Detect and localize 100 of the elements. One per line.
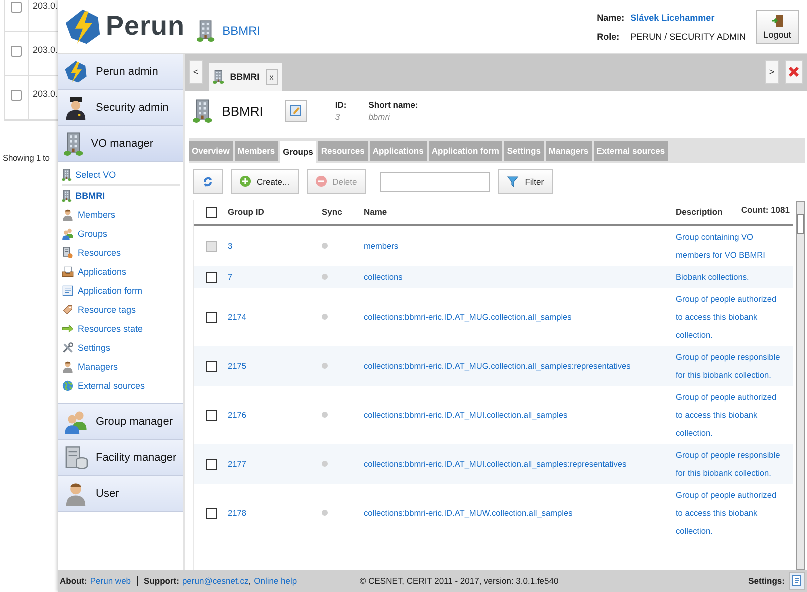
- checkbox[interactable]: [206, 508, 216, 518]
- plus-circle-icon: [240, 176, 251, 187]
- vo-name: BBMRI: [222, 104, 264, 118]
- table-cell-text: 203.0.: [32, 0, 58, 11]
- name-label: Name:: [597, 13, 625, 23]
- sidebar-item[interactable]: Managers: [62, 357, 183, 376]
- group-id-link[interactable]: 2176: [228, 406, 322, 424]
- inbox-icon: [62, 266, 74, 278]
- short-name-label: Short name:: [368, 100, 418, 110]
- building-icon: [64, 132, 84, 156]
- group-description: Group of people authorized to access this biobank collection.: [676, 391, 778, 440]
- edit-button[interactable]: [285, 100, 308, 122]
- person-icon: [62, 360, 74, 372]
- logout-button[interactable]: Logout: [756, 10, 799, 44]
- group-name-link[interactable]: collections:bbmri-eric.ID.AT_MUI.collection.all_samples: [364, 406, 676, 424]
- perun-web-link[interactable]: Perun web: [90, 576, 132, 586]
- checkbox[interactable]: [206, 272, 216, 282]
- vo-title: BBMRI: [222, 24, 261, 38]
- next-tab-button[interactable]: >: [765, 60, 779, 84]
- sidebar-item[interactable]: Members: [62, 205, 183, 224]
- close-tab-button[interactable]: x: [266, 69, 278, 85]
- tab[interactable]: Groups: [280, 141, 316, 163]
- refresh-button[interactable]: [193, 169, 223, 194]
- sync-status-dot-icon: [322, 243, 328, 249]
- close-icon: [788, 66, 800, 78]
- sidebar-item[interactable]: Settings: [62, 338, 183, 357]
- comma-text: ,: [248, 576, 252, 586]
- edit-icon: [290, 105, 302, 117]
- sidebar-item[interactable]: Groups: [62, 224, 183, 243]
- previous-tab-button[interactable]: <: [189, 60, 203, 84]
- sidebar-item[interactable]: Resources: [62, 243, 183, 262]
- support-label: Support:: [144, 576, 180, 586]
- group-description: Group of people responsible for this biobank collection.: [676, 351, 782, 382]
- group-id-link[interactable]: 2174: [228, 308, 322, 326]
- people-icon: [62, 228, 74, 240]
- checkbox[interactable]: [11, 46, 22, 57]
- building-icon: [193, 99, 212, 123]
- settings-label: Settings:: [748, 576, 785, 586]
- group-name-link[interactable]: collections: [364, 268, 676, 286]
- group-name-link[interactable]: collections:bbmri-eric.ID.AT_MUI.collection.all_samples:representatives: [364, 455, 676, 473]
- resources-icon: [62, 246, 74, 258]
- sidebar-section[interactable]: VO manager: [58, 126, 183, 162]
- copyright-text: © CESNET, CERIT 2011 - 2017, version: 3.0.1.fe540: [360, 576, 560, 586]
- sync-status-dot-icon: [322, 363, 328, 369]
- group-name-link[interactable]: collections:bbmri-eric.ID.AT_MUG.collection.all_samples:representatives: [364, 357, 676, 375]
- settings-button[interactable]: [789, 572, 805, 590]
- online-help-link[interactable]: Online help: [254, 576, 298, 586]
- sidebar-item[interactable]: Applications: [62, 262, 183, 281]
- filter-field[interactable]: [380, 172, 490, 192]
- delete-button: Delete: [306, 169, 366, 194]
- person-icon: [62, 208, 74, 220]
- sidebar-item[interactable]: External sources: [62, 376, 183, 395]
- funnel-icon: [507, 176, 520, 188]
- sidebar-item[interactable]: Application form: [62, 281, 183, 300]
- user-name-link[interactable]: Slávek Licehammer: [630, 13, 746, 23]
- table-cell-text: 203.0.: [32, 88, 58, 99]
- group-id-link[interactable]: 2175: [228, 357, 322, 375]
- sidebar-item[interactable]: Select VO: [62, 165, 180, 186]
- lightning-logo-icon: [64, 8, 102, 46]
- person-icon: [64, 482, 88, 506]
- filter-button[interactable]: Filter: [498, 169, 554, 194]
- group-id-link[interactable]: 7: [228, 268, 322, 286]
- group-description: Group of people authorized to access this biobank collection.: [676, 489, 778, 538]
- email-link[interactable]: perun@cesnet.cz: [182, 576, 249, 586]
- group-name-link[interactable]: collections:bbmri-eric.ID.AT_MUW.collection.all_samples: [364, 504, 676, 522]
- sidebar-item[interactable]: Resources state: [62, 319, 183, 338]
- close-all-button[interactable]: [785, 60, 803, 84]
- lightning-icon: [64, 60, 88, 84]
- building-icon: [62, 168, 72, 180]
- building-icon: [62, 190, 72, 202]
- building-icon: [197, 20, 215, 42]
- sidebar-item[interactable]: Resource tags: [62, 300, 183, 319]
- page-tab[interactable]: BBMRI x: [209, 63, 282, 91]
- column-header: Description: [676, 207, 723, 217]
- checkbox[interactable]: [11, 2, 22, 13]
- sidebar-section[interactable]: Group manager: [58, 404, 183, 440]
- sidebar-section[interactable]: Facility manager: [58, 440, 183, 476]
- group-name-link[interactable]: collections:bbmri-eric.ID.AT_MUG.collection.all_samples: [364, 308, 676, 326]
- row-count: Count: 1081: [741, 205, 790, 215]
- group-id-link[interactable]: 2177: [228, 455, 322, 473]
- checkbox[interactable]: [206, 206, 216, 218]
- column-header: Sync: [322, 207, 344, 217]
- checkbox[interactable]: [206, 312, 216, 322]
- group-description: Group containing VO members for VO BBMRI: [676, 231, 766, 262]
- checkbox[interactable]: [206, 360, 216, 372]
- sidebar-section[interactable]: Perun admin: [58, 54, 183, 90]
- id-label: ID:: [335, 100, 347, 110]
- people-icon: [64, 410, 88, 434]
- checkbox[interactable]: [206, 410, 216, 420]
- scrollbar[interactable]: [796, 201, 805, 570]
- group-id-link[interactable]: 2178: [228, 504, 322, 522]
- checkbox[interactable]: [11, 90, 22, 101]
- tag-icon: [62, 304, 74, 316]
- sync-status-dot-icon: [322, 412, 328, 418]
- sidebar-item[interactable]: BBMRI: [62, 186, 183, 205]
- checkbox[interactable]: [206, 458, 216, 470]
- create-button[interactable]: Create...: [231, 169, 299, 194]
- police-officer-icon: [64, 96, 88, 120]
- sidebar-section[interactable]: User: [58, 476, 183, 512]
- sidebar-section[interactable]: Security admin: [58, 90, 183, 126]
